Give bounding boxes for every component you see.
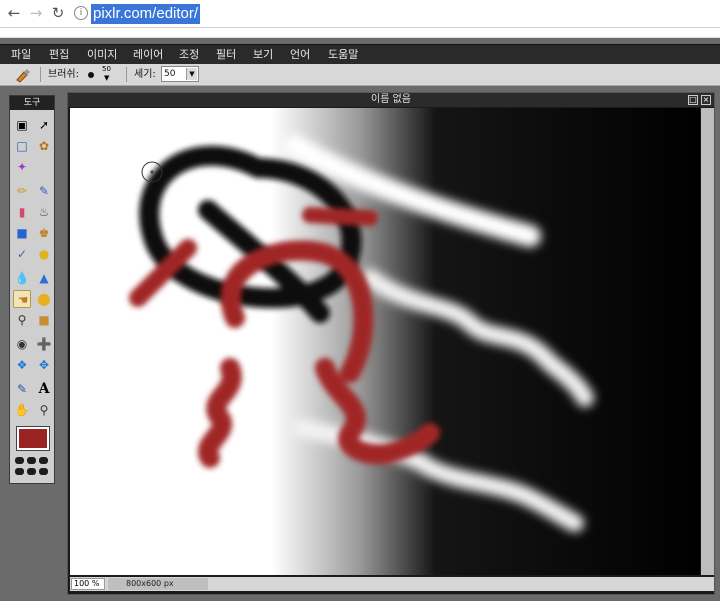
- menu-file[interactable]: 파일: [11, 45, 31, 65]
- menu-help[interactable]: 도움말: [328, 45, 358, 65]
- opacity-value: 50: [164, 69, 176, 79]
- palette-dot[interactable]: [15, 468, 24, 475]
- crop-tool-icon[interactable]: ▣: [13, 116, 31, 134]
- reload-icon[interactable]: ↻: [48, 3, 68, 23]
- back-arrow-icon[interactable]: ←: [4, 3, 24, 23]
- magic-wand-icon[interactable]: ✦: [13, 158, 31, 176]
- brush-preset-dot-icon[interactable]: [88, 72, 94, 78]
- bookmarks-bar: [0, 28, 720, 38]
- spot-heal-icon[interactable]: ➕: [35, 335, 53, 353]
- active-brush-tool-icon: [16, 69, 30, 83]
- close-icon[interactable]: ×: [701, 95, 711, 105]
- sharpen-tool-icon[interactable]: ▲: [35, 269, 53, 287]
- browser-toolbar: ← → ↻ i pixlr.com/editor/: [0, 0, 720, 28]
- document-statusbar: 100 % 800x600 px: [70, 577, 714, 591]
- menu-adjust[interactable]: 조정: [179, 45, 199, 65]
- menu-language[interactable]: 언어: [290, 45, 310, 65]
- pinch-tool-icon[interactable]: ✥: [35, 356, 53, 374]
- canvas-artwork: [70, 108, 700, 575]
- dodge-tool-icon[interactable]: ⚲: [13, 311, 31, 329]
- dropdown-arrow-icon[interactable]: ▼: [186, 68, 197, 80]
- eraser-tool-icon[interactable]: ▮: [13, 203, 31, 221]
- color-replace-icon[interactable]: ✓: [13, 245, 31, 263]
- menu-image[interactable]: 이미지: [87, 45, 117, 65]
- tool-options-bar: 브러쉬: 50 ▼ 세기: 50 ▼: [0, 64, 720, 86]
- smudge-tool-icon[interactable]: ☚: [13, 290, 31, 308]
- zoom-field[interactable]: 100 %: [71, 578, 105, 590]
- menu-edit[interactable]: 편집: [49, 45, 69, 65]
- foreground-color-swatch[interactable]: [16, 426, 50, 451]
- opacity-label: 세기:: [134, 69, 156, 80]
- palette-dot[interactable]: [27, 468, 36, 475]
- vertical-scrollbar[interactable]: [701, 108, 714, 575]
- image-dimensions: 800x600 px: [108, 578, 208, 590]
- move-tool-icon[interactable]: ➚: [35, 116, 53, 134]
- menu-view[interactable]: 보기: [253, 45, 273, 65]
- lasso-tool-icon[interactable]: ✿: [35, 137, 53, 155]
- url-text[interactable]: pixlr.com/editor/: [91, 4, 201, 24]
- palette-dot[interactable]: [39, 468, 48, 475]
- bloat-tool-icon[interactable]: ❖: [13, 356, 31, 374]
- drawing-canvas[interactable]: [70, 108, 700, 575]
- hand-tool-icon[interactable]: ✋: [13, 401, 31, 419]
- gradient-tool-icon[interactable]: ■: [13, 224, 31, 242]
- sponge-tool-icon[interactable]: ⬤: [35, 290, 53, 308]
- palette-dot[interactable]: [27, 457, 36, 464]
- document-window: 이름 없음 □ × 100 % 800x600 px: [67, 92, 715, 595]
- swatch-palette[interactable]: [15, 457, 51, 477]
- document-titlebar[interactable]: 이름 없음 □ ×: [68, 93, 714, 107]
- app-menubar: 파일 편집 이미지 레이어 조정 필터 보기 언어 도움말: [0, 44, 720, 64]
- red-eye-tool-icon[interactable]: ◉: [13, 335, 31, 353]
- drawing-shapes-icon[interactable]: ●: [35, 245, 53, 263]
- clone-stamp-icon[interactable]: ♚: [35, 224, 53, 242]
- brush-tool-icon[interactable]: ✎: [35, 182, 53, 200]
- color-picker-icon[interactable]: ✎: [13, 380, 31, 398]
- address-bar[interactable]: i pixlr.com/editor/: [74, 3, 714, 25]
- palette-dot[interactable]: [15, 457, 24, 464]
- marquee-tool-icon[interactable]: □: [13, 137, 31, 155]
- burn-tool-icon[interactable]: ■: [35, 311, 53, 329]
- blur-tool-icon[interactable]: 💧: [13, 269, 31, 287]
- separator: [40, 67, 41, 82]
- type-tool-icon[interactable]: A: [35, 380, 53, 398]
- palette-dot[interactable]: [39, 457, 48, 464]
- maximize-icon[interactable]: □: [688, 95, 698, 105]
- document-title: 이름 없음: [371, 94, 411, 105]
- opacity-select[interactable]: 50 ▼: [161, 66, 199, 82]
- menu-layer[interactable]: 레이어: [133, 45, 163, 65]
- pencil-tool-icon[interactable]: ✏: [13, 182, 31, 200]
- forward-arrow-icon[interactable]: →: [26, 3, 46, 23]
- brush-size-label: 50: [102, 65, 111, 73]
- menu-filter[interactable]: 필터: [216, 45, 236, 65]
- separator: [126, 67, 127, 82]
- brush-label: 브러쉬:: [48, 69, 79, 80]
- zoom-tool-icon[interactable]: ⚲: [35, 401, 53, 419]
- toolbox-panel: 도구 ▣ ➚ □ ✿ ✦ ✏ ✎ ▮ ♨ ■ ♚ ✓ ● 💧 ▲ ☚ ⬤ ⚲ ■…: [9, 95, 55, 484]
- brush-dropdown-icon[interactable]: ▼: [104, 74, 109, 82]
- page-info-icon[interactable]: i: [74, 6, 88, 20]
- paint-bucket-icon[interactable]: ♨: [35, 203, 53, 221]
- toolbox-title: 도구: [10, 96, 54, 110]
